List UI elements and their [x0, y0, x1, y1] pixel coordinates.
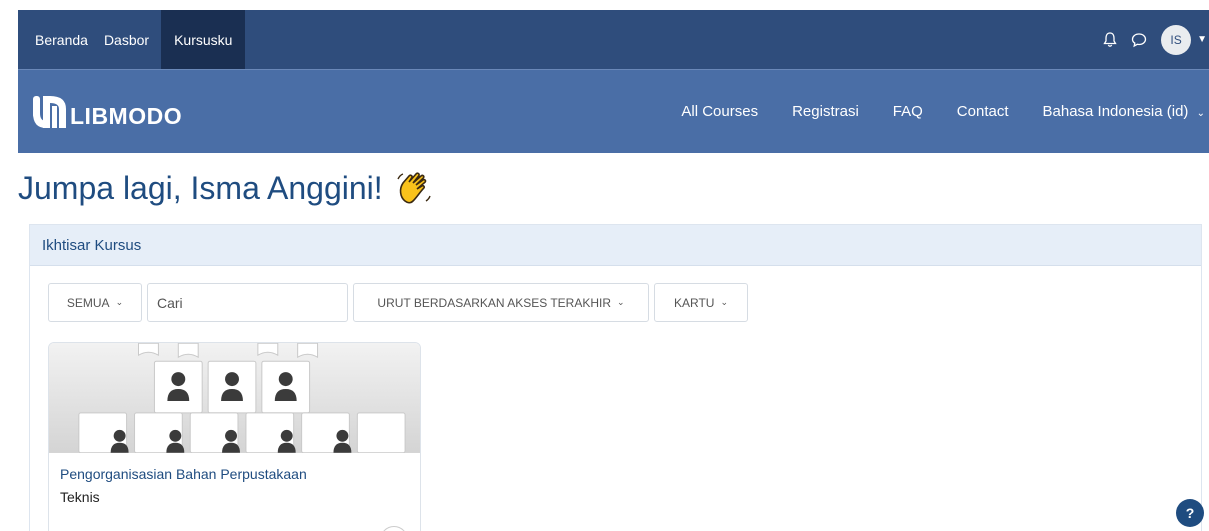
libmodo-logo-mark — [33, 95, 66, 128]
chevron-down-icon: ⌄ — [115, 297, 124, 307]
avatar[interactable]: IS — [1161, 24, 1192, 55]
top-navbar: Beranda Dasbor Kursusku IS ▼ — [18, 10, 1209, 69]
course-card[interactable]: Pengorganisasian Bahan Perpustakaan Tekn… — [48, 342, 421, 531]
nav-beranda[interactable]: Beranda — [18, 10, 96, 69]
sort-dropdown-button[interactable]: URUT BERDASARKAN AKSES TERAKHIR ⌄ — [353, 283, 649, 322]
block-header: Ikhtisar Kursus — [30, 225, 1201, 266]
chat-icon[interactable] — [1131, 32, 1147, 48]
chevron-down-icon[interactable]: ▼ — [1197, 34, 1207, 45]
language-selector[interactable]: Bahasa Indonesia (id) ⌄ — [1026, 103, 1209, 120]
link-registrasi[interactable]: Registrasi — [775, 103, 876, 120]
nav-dasbor[interactable]: Dasbor — [96, 10, 157, 69]
site-logo[interactable]: LIBMODO — [32, 95, 182, 129]
link-contact[interactable]: Contact — [940, 103, 1026, 120]
waving-hand-icon — [397, 171, 431, 203]
chevron-down-icon: ⌄ — [617, 297, 625, 307]
nav-kursusku[interactable]: Kursusku — [161, 10, 246, 69]
course-image — [49, 343, 420, 454]
filter-label: SEMUA — [66, 295, 110, 310]
block-title: Ikhtisar Kursus — [42, 236, 142, 254]
course-category: Teknis — [60, 489, 100, 505]
link-faq[interactable]: FAQ — [876, 103, 940, 120]
brand-navbar: LIBMODO All Courses Registrasi FAQ Conta… — [18, 69, 1209, 153]
filter-dropdown-button[interactable]: SEMUA ⌄ — [48, 283, 142, 322]
link-all-courses[interactable]: All Courses — [664, 103, 775, 120]
help-button[interactable]: ? — [1176, 499, 1204, 527]
page-title: Jumpa lagi, Isma Anggini! — [18, 170, 433, 207]
course-filters: SEMUA ⌄ URUT BERDASARKAN AKSES TERAKHIR … — [48, 283, 748, 322]
course-title-link[interactable]: Pengorganisasian Bahan Perpustakaan — [60, 466, 307, 482]
language-label: Bahasa Indonesia (id) — [1042, 103, 1189, 120]
view-label: KARTU — [674, 295, 715, 310]
chevron-down-icon: ⌄ — [1196, 108, 1205, 119]
view-dropdown-button[interactable]: KARTU ⌄ — [654, 283, 748, 322]
search-input[interactable] — [147, 283, 348, 322]
page: Beranda Dasbor Kursusku IS ▼ LIBMODO All… — [0, 0, 1209, 531]
logo-text: LIBMODO — [70, 102, 183, 129]
user-tools: IS ▼ — [1103, 24, 1209, 55]
brand-links: All Courses Registrasi FAQ Contact Bahas… — [664, 103, 1209, 120]
greeting-text: Jumpa lagi, Isma Anggini! — [18, 170, 383, 206]
bell-icon[interactable] — [1103, 31, 1117, 48]
course-overview-block: Ikhtisar Kursus SEMUA ⌄ URUT BERDASARKAN… — [29, 224, 1202, 531]
sort-label: URUT BERDASARKAN AKSES TERAKHIR — [377, 295, 612, 310]
chevron-down-icon: ⌄ — [720, 297, 728, 307]
course-actions-button[interactable] — [380, 526, 408, 531]
